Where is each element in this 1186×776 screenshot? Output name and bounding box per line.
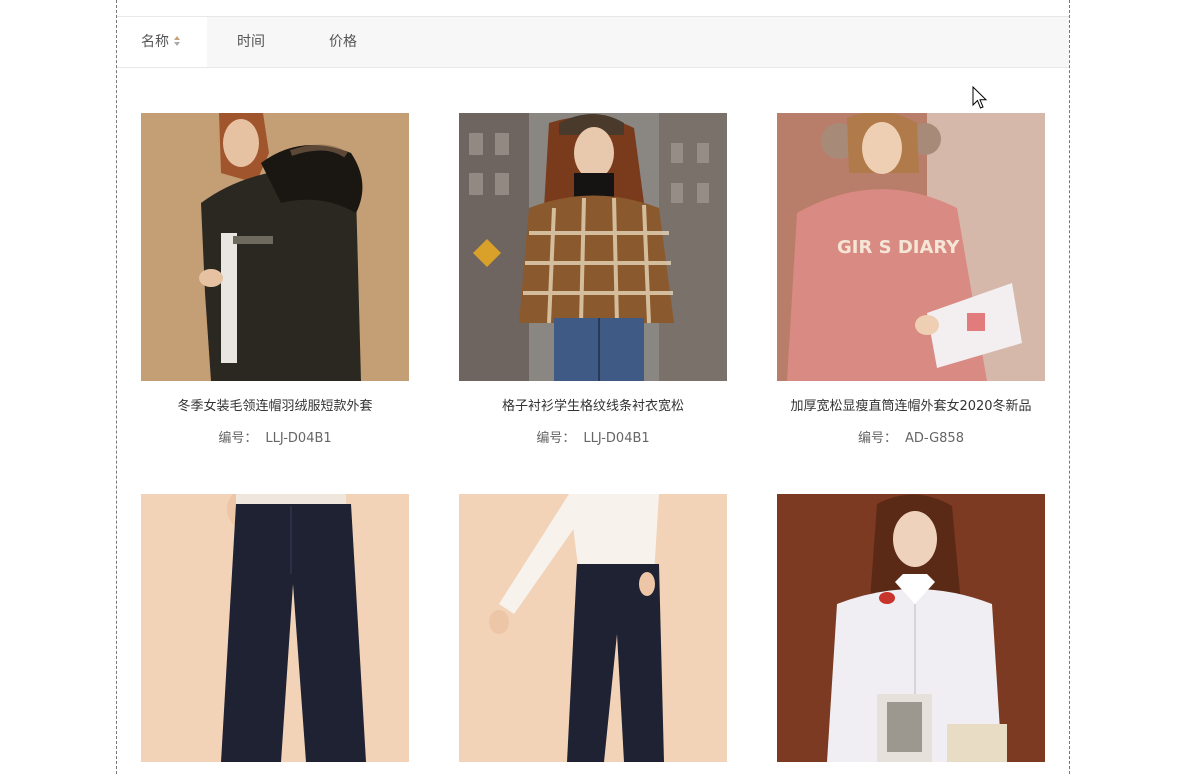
product-card[interactable] — [141, 494, 409, 776]
svg-text:GIR S DIARY: GIR S DIARY — [837, 237, 960, 258]
product-image[interactable] — [459, 494, 727, 762]
sort-tab-label: 时间 — [237, 34, 265, 50]
product-code-value: LLJ-D04B1 — [583, 431, 650, 446]
sort-bar: 名称 时间 价格 — [117, 16, 1069, 68]
sort-tab-price[interactable]: 价格 — [297, 17, 387, 67]
product-card[interactable] — [459, 494, 727, 776]
product-card[interactable] — [777, 494, 1045, 776]
sort-tab-time[interactable]: 时间 — [207, 17, 297, 67]
product-image[interactable] — [777, 494, 1045, 762]
sort-tab-name[interactable]: 名称 — [117, 17, 207, 67]
product-title[interactable]: 加厚宽松显瘦直筒连帽外套女2020冬新品 — [777, 395, 1045, 414]
product-code: 编号： AD-G858 — [777, 427, 1045, 446]
product-card[interactable]: GIR S DIARY 加厚宽松显瘦直筒连帽外套女2020冬新品 编号： AD-G… — [777, 113, 1045, 446]
product-code-value: LLJ-D04B1 — [265, 431, 332, 446]
product-image[interactable] — [141, 494, 409, 762]
product-image[interactable]: GIR S DIARY — [777, 113, 1045, 381]
product-code: 编号： LLJ-D04B1 — [459, 427, 727, 446]
sort-tab-label: 价格 — [329, 34, 357, 50]
sort-tab-label: 名称 — [141, 34, 169, 50]
product-code-label: 编号： — [218, 431, 258, 446]
product-image[interactable] — [459, 113, 727, 381]
product-title[interactable]: 冬季女装毛领连帽羽绒服短款外套 — [141, 395, 409, 414]
product-image[interactable] — [141, 113, 409, 381]
product-card[interactable]: 冬季女装毛领连帽羽绒服短款外套 编号： LLJ-D04B1 — [141, 113, 409, 446]
product-code-value: AD-G858 — [905, 431, 964, 446]
product-code-label: 编号： — [536, 431, 576, 446]
mouse-cursor-icon — [972, 86, 988, 109]
product-code-label: 编号： — [858, 431, 898, 446]
product-card[interactable]: 格子衬衫学生格纹线条衬衣宽松 编号： LLJ-D04B1 — [459, 113, 727, 446]
product-list-panel: 名称 时间 价格 冬季女装毛领连帽羽绒服短款外套 编号： LLJ-D04B1 格… — [116, 0, 1070, 774]
sort-arrows-icon — [173, 35, 181, 47]
product-title[interactable]: 格子衬衫学生格纹线条衬衣宽松 — [459, 395, 727, 414]
product-code: 编号： LLJ-D04B1 — [141, 427, 409, 446]
